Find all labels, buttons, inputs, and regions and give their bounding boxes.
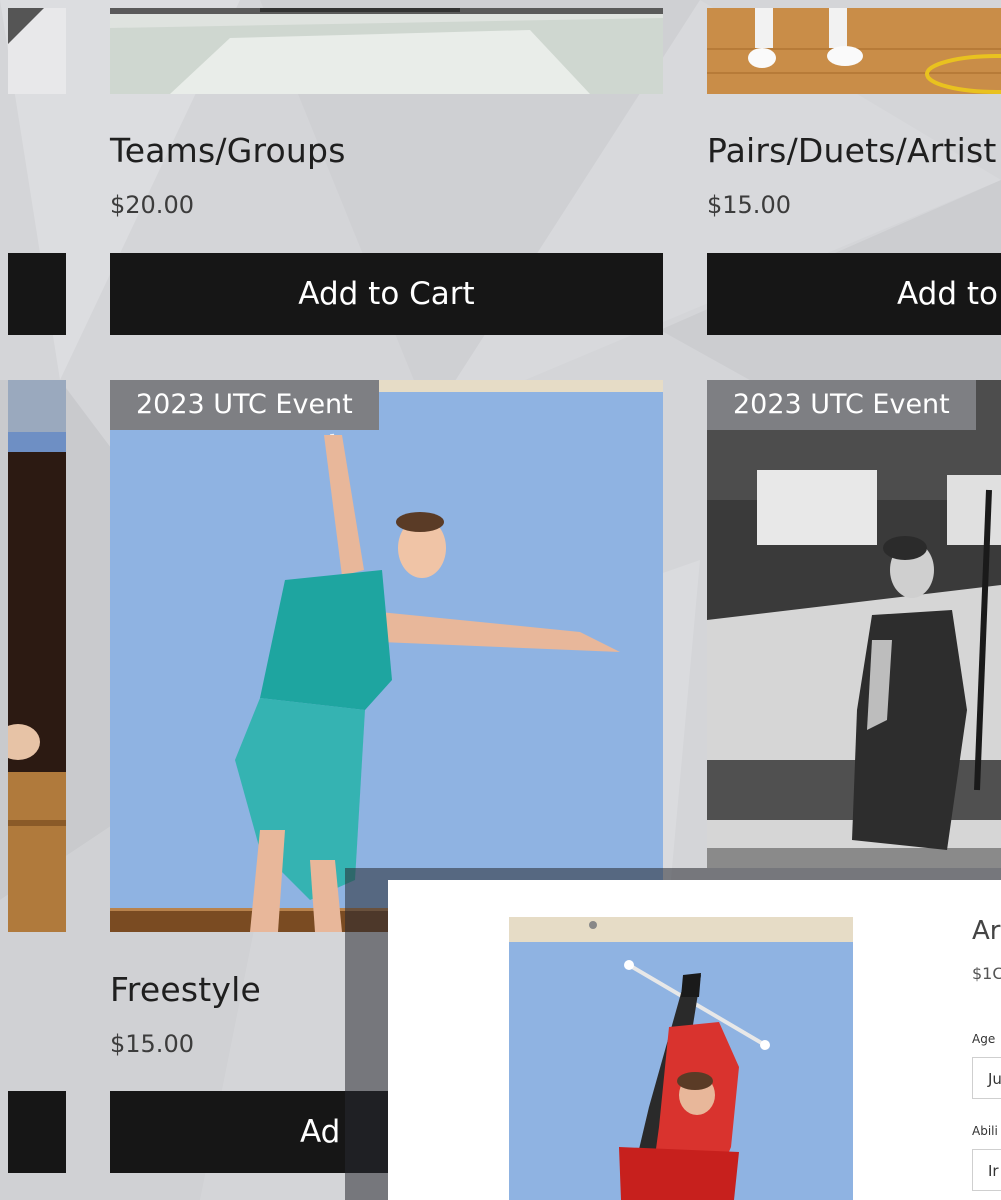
partial-photo-top: [8, 8, 44, 44]
product-price: $15.00: [707, 191, 791, 219]
add-to-cart-button[interactable]: Add to: [707, 253, 1001, 335]
age-select[interactable]: Ju: [972, 1057, 1001, 1099]
floor-photo: [110, 8, 663, 94]
left-partial-button-top[interactable]: [8, 253, 66, 335]
product-image-freestyle[interactable]: [110, 380, 663, 932]
left-partial-image-top[interactable]: [8, 8, 66, 94]
court-photo: [707, 8, 1001, 94]
dancer-teal-photo: [110, 380, 663, 932]
dancer-bw-photo: [707, 380, 1001, 868]
product-price: $20.00: [110, 191, 194, 219]
product-title[interactable]: Freestyle: [110, 970, 261, 1009]
quick-view-price: $1C: [972, 964, 1001, 983]
event-ribbon: 2023 UTC Event: [707, 380, 976, 430]
ability-select[interactable]: Ir: [972, 1149, 1001, 1191]
quick-view-modal: Ar $1C Age Ju Abili Ir: [388, 880, 1001, 1200]
product-title[interactable]: Pairs/Duets/Artist: [707, 131, 997, 170]
product-image-bw[interactable]: [707, 380, 1001, 868]
event-ribbon: 2023 UTC Event: [110, 380, 379, 430]
age-label: Age: [972, 1032, 996, 1046]
product-image-pairs-duets[interactable]: [707, 8, 1001, 94]
ability-label: Abili: [972, 1124, 998, 1138]
left-partial-button-bottom[interactable]: [8, 1091, 66, 1173]
product-price: $15.00: [110, 1030, 194, 1058]
product-title[interactable]: Teams/Groups: [110, 131, 346, 170]
add-to-cart-button[interactable]: Add to Cart: [110, 253, 663, 335]
product-image-teams-groups[interactable]: [110, 8, 663, 94]
dancer-red-photo: [509, 917, 853, 1200]
left-partial-image-bottom[interactable]: [8, 380, 66, 932]
quick-view-title: Ar: [972, 916, 1001, 946]
partial-photo-bottom: [8, 380, 66, 932]
quick-view-image[interactable]: [509, 917, 853, 1200]
